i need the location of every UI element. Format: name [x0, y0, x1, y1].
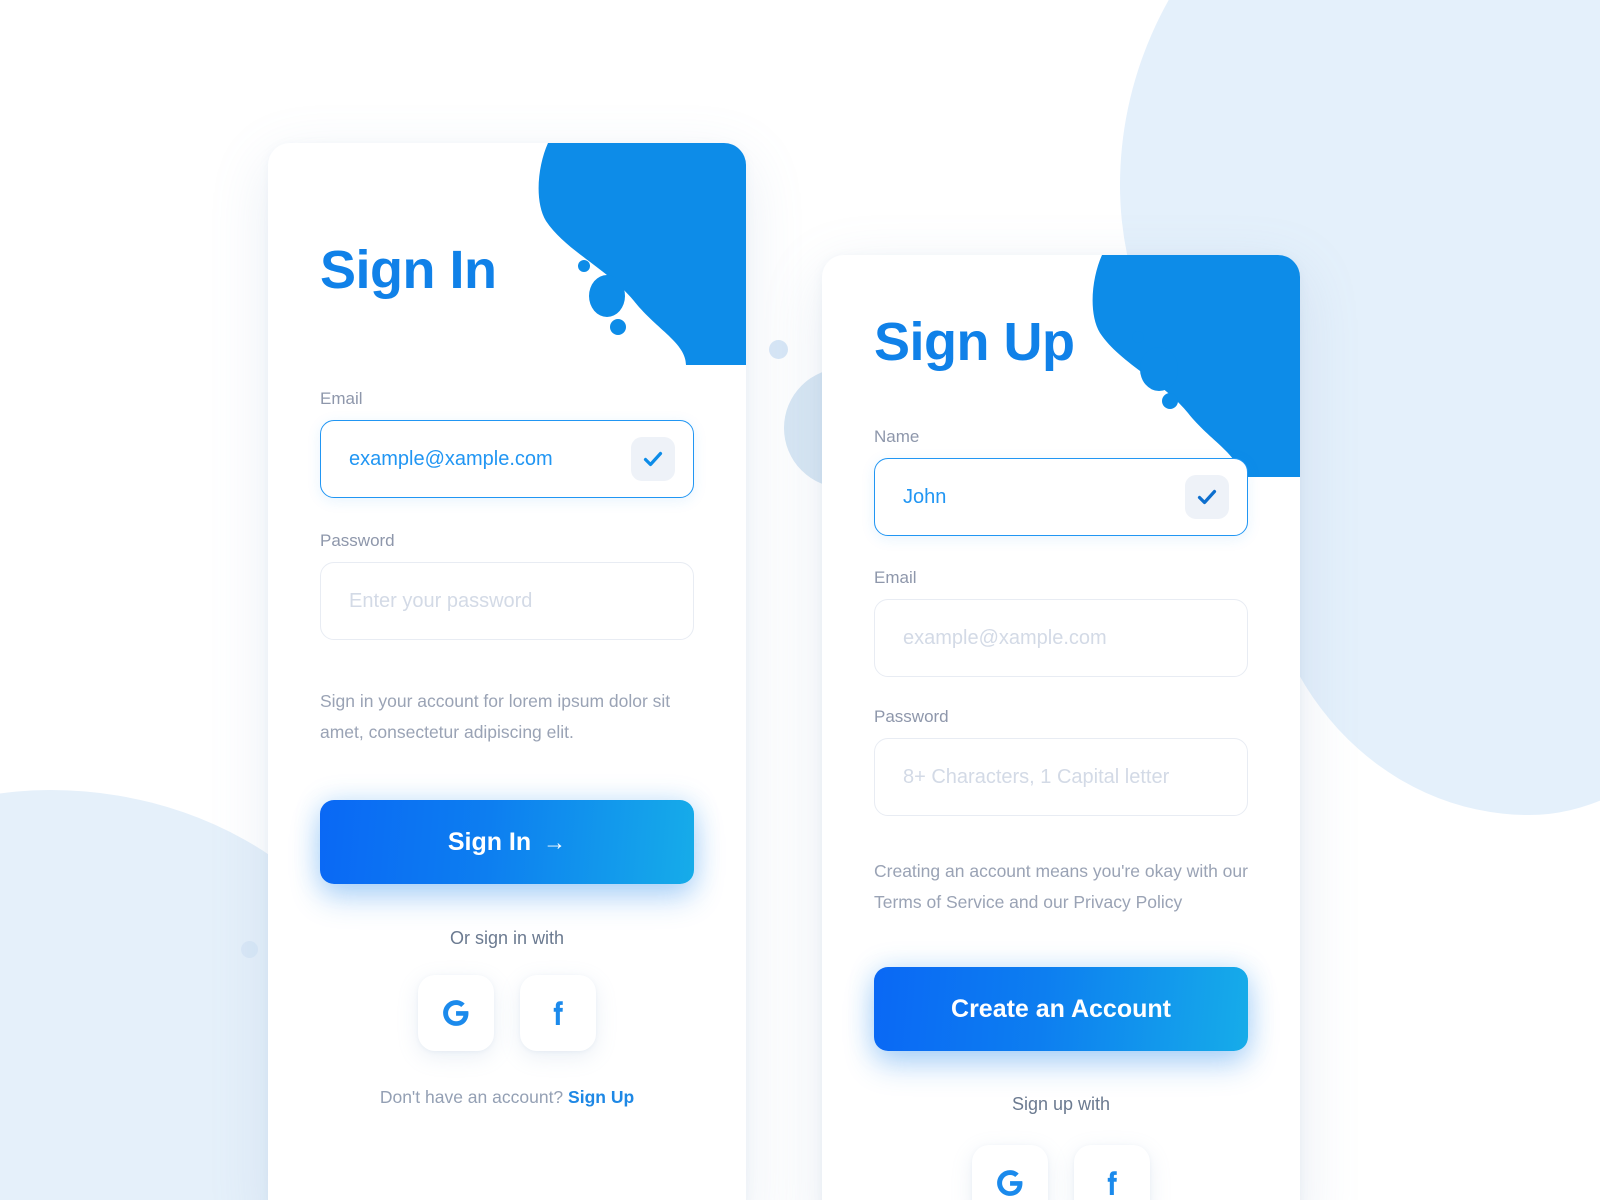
- signin-email-label: Email: [320, 389, 363, 408]
- signup-title: Sign Up: [874, 312, 1075, 372]
- signup-name-label: Name: [874, 427, 920, 446]
- background-dot-middle: [769, 340, 788, 359]
- signup-email-input[interactable]: [903, 626, 1229, 650]
- signin-password-field: Password: [320, 531, 694, 640]
- check-icon: [1185, 475, 1229, 519]
- signup-email-field: Email: [874, 568, 1248, 677]
- signup-password-input-box[interactable]: [874, 738, 1248, 816]
- page-root: Sign In Email Password: [0, 0, 1600, 1200]
- background-dot-left: [241, 941, 258, 958]
- signup-social-row: [874, 1145, 1248, 1200]
- signin-helper-text: Sign in your account for lorem ipsum dol…: [320, 691, 671, 742]
- signup-password-input[interactable]: [903, 765, 1229, 789]
- signin-email-field: Email: [320, 389, 694, 498]
- signup-email-label: Email: [874, 568, 917, 587]
- signup-password-field: Password: [874, 707, 1248, 816]
- signin-social-row: [320, 975, 694, 1052]
- signin-email-input[interactable]: [349, 447, 631, 471]
- google-icon: [440, 997, 472, 1029]
- signup-name-input-box[interactable]: [874, 458, 1248, 536]
- signup-password-label: Password: [874, 707, 949, 726]
- signup-email-input-box[interactable]: [874, 599, 1248, 677]
- signup-submit-button[interactable]: Create an Account: [874, 967, 1248, 1052]
- signup-link[interactable]: Sign Up: [568, 1087, 634, 1107]
- signup-submit-label: Create an Account: [951, 994, 1171, 1023]
- signin-title: Sign In: [320, 240, 497, 300]
- facebook-icon: [542, 997, 574, 1029]
- signin-password-input-box[interactable]: [320, 562, 694, 640]
- signup-google-button[interactable]: [972, 1145, 1048, 1200]
- arrow-right-icon: →: [543, 828, 567, 855]
- signin-card: Sign In Email Password: [268, 143, 746, 1200]
- signup-name-field: Name: [874, 427, 1248, 536]
- facebook-icon: [1096, 1167, 1128, 1199]
- signin-submit-label: Sign In: [447, 827, 532, 856]
- signin-password-input[interactable]: [349, 589, 675, 613]
- signin-footer-text: Don't have an account?: [379, 1087, 564, 1108]
- signin-facebook-button[interactable]: [520, 975, 596, 1052]
- signup-card: Sign Up Name Email: [822, 255, 1300, 1200]
- signin-email-input-box[interactable]: [320, 420, 694, 498]
- signin-footer: Don't have an account? Sign Up: [320, 1087, 694, 1108]
- signup-helper-text: Creating an account means you're okay wi…: [874, 861, 1248, 912]
- signup-facebook-button[interactable]: [1074, 1145, 1150, 1200]
- signin-google-button[interactable]: [418, 975, 494, 1052]
- check-icon: [631, 437, 675, 481]
- signin-password-label: Password: [320, 531, 395, 550]
- signin-social-label: Or sign in with: [449, 928, 565, 949]
- google-icon: [994, 1167, 1026, 1199]
- signin-submit-button[interactable]: Sign In →: [320, 800, 694, 885]
- signup-social-label: Sign up with: [1011, 1094, 1111, 1115]
- signup-name-input[interactable]: [903, 485, 1185, 509]
